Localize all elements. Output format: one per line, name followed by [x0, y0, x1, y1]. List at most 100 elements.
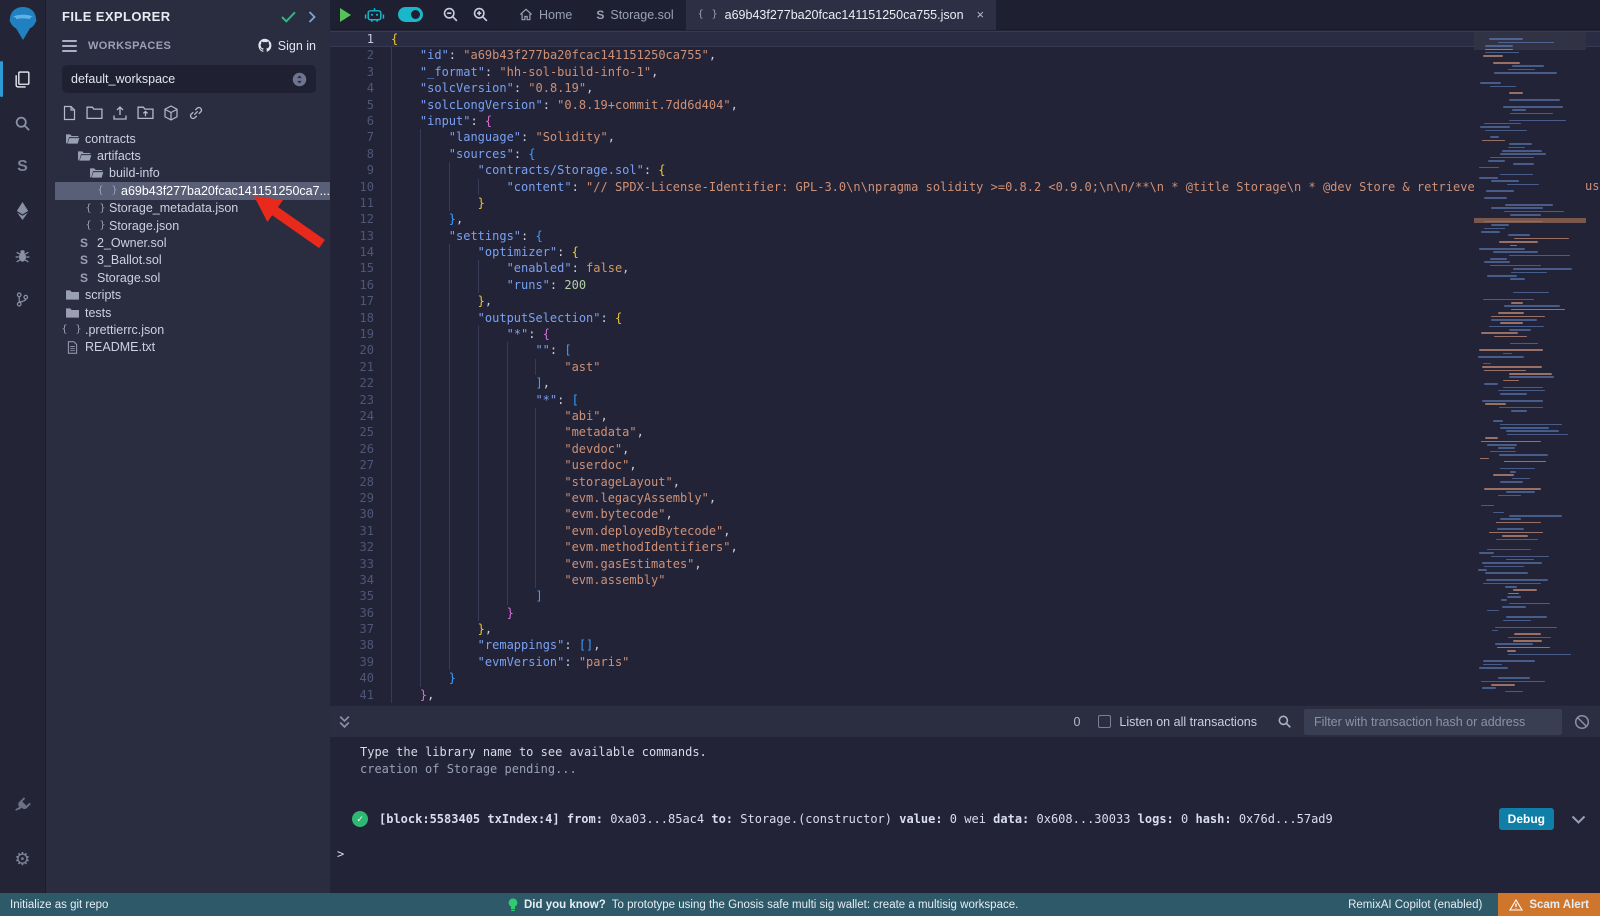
- code-line-12[interactable]: 12},: [330, 211, 1600, 227]
- code-line-21[interactable]: 21"ast": [330, 359, 1600, 375]
- sidebar-item-deploy-run[interactable]: [0, 189, 46, 233]
- remix-logo-icon[interactable]: [6, 5, 40, 43]
- code-line-24[interactable]: 24"abi",: [330, 408, 1600, 424]
- debug-button[interactable]: Debug: [1499, 808, 1554, 830]
- code-line-29[interactable]: 29"evm.legacyAssembly",: [330, 490, 1600, 506]
- code-line-3[interactable]: 3"_format": "hh-sol-build-info-1",: [330, 64, 1600, 80]
- new-file-icon[interactable]: [62, 105, 77, 121]
- tx-expand-chevron-icon[interactable]: [1571, 815, 1586, 824]
- file-tree-item-storage-metadata-json[interactable]: { }Storage_metadata.json: [55, 200, 330, 217]
- sign-in-button[interactable]: Sign in: [257, 38, 316, 53]
- tab-home[interactable]: Home: [507, 0, 584, 30]
- code-line-38[interactable]: 38"remappings": [],: [330, 637, 1600, 653]
- code-line-23[interactable]: 23"*": [: [330, 392, 1600, 408]
- transaction-filter-input[interactable]: [1304, 709, 1562, 735]
- code-line-31[interactable]: 31"evm.deployedBytecode",: [330, 523, 1600, 539]
- code-line-13[interactable]: 13"settings": {: [330, 228, 1600, 244]
- file-tree-item-storage-sol[interactable]: SStorage.sol: [55, 269, 330, 286]
- sidebar-item-settings[interactable]: ⚙: [0, 839, 46, 879]
- code-line-26[interactable]: 26"devdoc",: [330, 441, 1600, 457]
- workspace-ok-icon[interactable]: [281, 11, 296, 23]
- init-git-repo-button[interactable]: Initialize as git repo: [10, 899, 108, 911]
- sidebar-item-search[interactable]: [0, 101, 46, 145]
- code-line-8[interactable]: 8"sources": {: [330, 146, 1600, 162]
- code-line-17[interactable]: 17},: [330, 293, 1600, 309]
- tab-a69b43f277ba20fcac141151250ca755-json[interactable]: { }a69b43f277ba20fcac141151250ca755.json…: [686, 0, 997, 30]
- code-line-1[interactable]: 1{: [330, 31, 1600, 47]
- workspace-select[interactable]: default_workspace: [62, 65, 316, 93]
- code-line-39[interactable]: 39"evmVersion": "paris": [330, 654, 1600, 670]
- code-line-27[interactable]: 27"userdoc",: [330, 457, 1600, 473]
- code-line-16[interactable]: 16"runs": 200: [330, 277, 1600, 293]
- import-link-icon[interactable]: [188, 105, 204, 121]
- upload-folder-icon[interactable]: [137, 105, 154, 121]
- clear-console-icon[interactable]: [1574, 714, 1590, 730]
- code-line-15[interactable]: 15"enabled": false,: [330, 260, 1600, 276]
- code-line-18[interactable]: 18"outputSelection": {: [330, 310, 1600, 326]
- code-line-5[interactable]: 5"solcLongVersion": "0.8.19+commit.7dd6d…: [330, 97, 1600, 113]
- sidebar-item-git[interactable]: [0, 277, 46, 321]
- zoom-out-icon[interactable]: [442, 6, 459, 23]
- code-line-14[interactable]: 14"optimizer": {: [330, 244, 1600, 260]
- tab-storage-sol[interactable]: SStorage.sol: [584, 0, 685, 30]
- tab-close-icon[interactable]: ×: [977, 7, 985, 22]
- zoom-in-icon[interactable]: [472, 6, 489, 23]
- code-line-10[interactable]: 10"content": "// SPDX-License-Identifier…: [330, 179, 1600, 195]
- ai-copilot-robot-icon[interactable]: [364, 6, 385, 24]
- file-tree-item-readme-txt[interactable]: README.txt: [55, 339, 330, 356]
- copilot-status[interactable]: RemixAI Copilot (enabled): [1348, 899, 1482, 911]
- file-tree-item-scripts[interactable]: scripts: [55, 287, 330, 304]
- sidebar-item-solidity-compiler[interactable]: S: [0, 145, 46, 189]
- file-tree-item-artifacts[interactable]: artifacts: [55, 147, 330, 164]
- sidebar-item-debugger[interactable]: [0, 233, 46, 277]
- transaction-log-row[interactable]: ✓ [block:5583405 txIndex:4] from: 0xa03.…: [330, 808, 1600, 830]
- code-line-9[interactable]: 9"contracts/Storage.sol": {: [330, 162, 1600, 178]
- file-tree-item--prettierrc-json[interactable]: { }.prettierrc.json: [55, 321, 330, 338]
- code-line-19[interactable]: 19"*": {: [330, 326, 1600, 342]
- code-line-4[interactable]: 4"solcVersion": "0.8.19",: [330, 80, 1600, 96]
- file-tree-item-3-ballot-sol[interactable]: S3_Ballot.sol: [55, 252, 330, 269]
- workspaces-menu-icon[interactable]: [62, 40, 77, 52]
- file-tree-item-tests[interactable]: tests: [55, 304, 330, 321]
- code-line-2[interactable]: 2"id": "a69b43f277ba20fcac141151250ca755…: [330, 47, 1600, 63]
- panel-chevron-right-icon[interactable]: [308, 11, 316, 23]
- sidebar-item-file-explorer[interactable]: [0, 57, 46, 101]
- terminal-collapse-icon[interactable]: [338, 715, 351, 729]
- code-line-40[interactable]: 40}: [330, 670, 1600, 686]
- code-line-35[interactable]: 35]: [330, 588, 1600, 604]
- code-line-34[interactable]: 34"evm.assembly": [330, 572, 1600, 588]
- code-line-32[interactable]: 32"evm.methodIdentifiers",: [330, 539, 1600, 555]
- code-line-22[interactable]: 22],: [330, 375, 1600, 391]
- code-line-6[interactable]: 6"input": {: [330, 113, 1600, 129]
- file-tree-item-build-info[interactable]: build-info: [55, 165, 330, 182]
- minimap[interactable]: [1474, 32, 1586, 702]
- file-tree-item-a69b43f277ba20fcac141151250ca7-[interactable]: { }a69b43f277ba20fcac141151250ca7...: [55, 182, 330, 199]
- code-line-7[interactable]: 7"language": "Solidity",: [330, 129, 1600, 145]
- code-line-33[interactable]: 33"evm.gasEstimates",: [330, 556, 1600, 572]
- code-editor[interactable]: 1{2"id": "a69b43f277ba20fcac141151250ca7…: [330, 31, 1600, 705]
- terminal-output[interactable]: Type the library name to see available c…: [330, 737, 1600, 893]
- sidebar-item-plugin-manager[interactable]: [0, 785, 46, 825]
- code-line-41[interactable]: 41},: [330, 687, 1600, 703]
- code-line-11[interactable]: 11}: [330, 195, 1600, 211]
- new-folder-icon[interactable]: [86, 105, 103, 121]
- copilot-toggle[interactable]: [398, 7, 423, 22]
- code-line-28[interactable]: 28"storageLayout",: [330, 474, 1600, 490]
- file-explorer-panel: FILE EXPLORER WORKSPACES Sign in default…: [46, 0, 330, 893]
- run-script-button[interactable]: [340, 8, 351, 22]
- code-line-36[interactable]: 36}: [330, 605, 1600, 621]
- upload-file-icon[interactable]: [112, 105, 128, 121]
- code-line-25[interactable]: 25"metadata",: [330, 424, 1600, 440]
- code-line-20[interactable]: 20"": [: [330, 342, 1600, 358]
- code-line-37[interactable]: 37},: [330, 621, 1600, 637]
- listen-all-transactions-checkbox[interactable]: [1098, 715, 1111, 728]
- line-number: 39: [330, 654, 374, 670]
- file-tree-item-2-owner-sol[interactable]: S2_Owner.sol: [55, 234, 330, 251]
- terminal-search-icon[interactable]: [1277, 714, 1292, 729]
- scam-alert-button[interactable]: Scam Alert: [1498, 893, 1600, 916]
- file-tree-item-contracts[interactable]: contracts: [55, 130, 330, 147]
- terminal-prompt[interactable]: >: [337, 847, 344, 861]
- code-line-30[interactable]: 30"evm.bytecode",: [330, 506, 1600, 522]
- file-tree-item-storage-json[interactable]: { }Storage.json: [55, 217, 330, 234]
- ipfs-cube-icon[interactable]: [163, 105, 179, 121]
